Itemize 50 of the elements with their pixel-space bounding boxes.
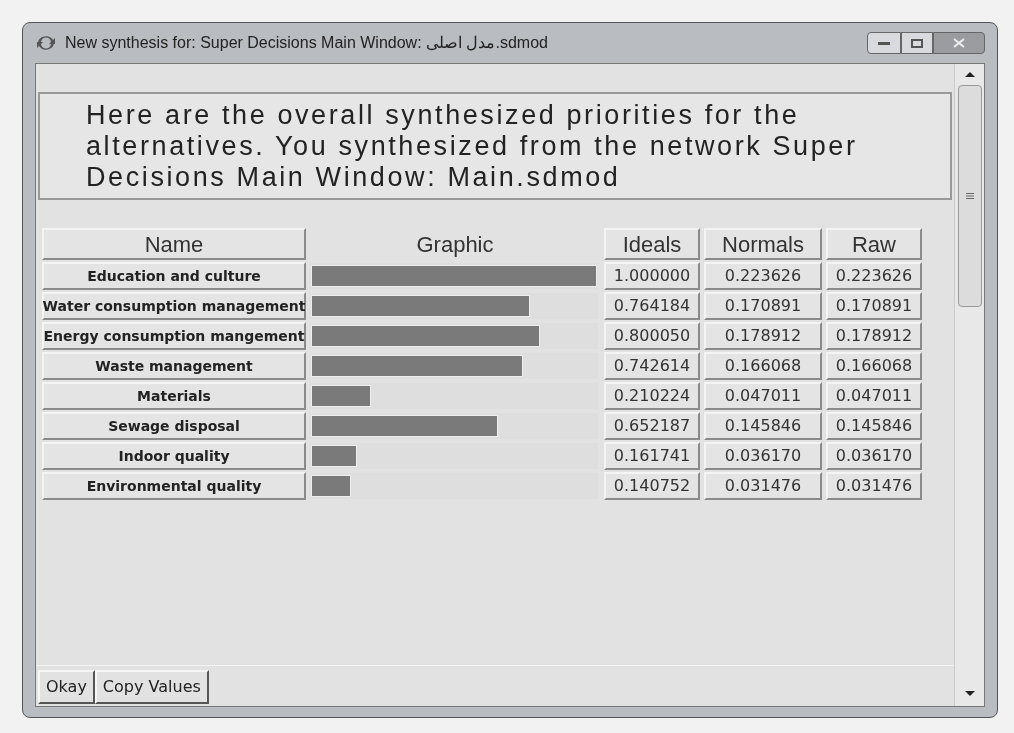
value-cell: 0.223626	[826, 262, 922, 290]
name-cell: Indoor quality	[42, 442, 306, 470]
value-cell: 0.652187	[604, 412, 700, 440]
name-cell: Education and culture	[42, 262, 306, 290]
okay-button[interactable]: Okay	[38, 670, 95, 704]
value-cell: 0.170891	[826, 292, 922, 320]
value-cell: 0.036170	[704, 442, 822, 470]
minimize-button[interactable]	[867, 32, 901, 54]
name-cell: Environmental quality	[42, 472, 306, 500]
value-cell: 0.223626	[704, 262, 822, 290]
scrollbar-thumb[interactable]	[957, 85, 982, 307]
maximize-button[interactable]	[901, 32, 933, 54]
value-cell: 0.210224	[604, 382, 700, 410]
name-cell: Sewage disposal	[42, 412, 306, 440]
column-header: Graphic	[415, 230, 495, 259]
value-cell: 0.047011	[826, 382, 922, 410]
value-cell: 0.031476	[826, 472, 922, 500]
value-cell: 0.800050	[604, 322, 700, 350]
value-cell: 0.178912	[826, 322, 922, 350]
close-icon	[953, 38, 965, 48]
value-cell: 0.764184	[604, 292, 700, 320]
value-cell: 0.031476	[704, 472, 822, 500]
column-header: Name	[42, 228, 306, 260]
column-header: Ideals	[604, 228, 700, 260]
grip-icon	[965, 193, 974, 199]
value-cell: 0.145846	[826, 412, 922, 440]
value-cell: 0.161741	[604, 442, 700, 470]
name-cell: Materials	[42, 382, 306, 410]
column-header: Normals	[704, 228, 822, 260]
value-cell: 0.166068	[704, 352, 822, 380]
close-button[interactable]	[933, 32, 985, 54]
window-title: New synthesis for: Super Decisions Main Window: مدل اصلی.sdmod	[65, 33, 548, 53]
refresh-icon	[35, 34, 57, 52]
name-cell: Waste management	[42, 352, 306, 380]
scroll-down-icon[interactable]	[964, 691, 975, 696]
name-cell: Water consumption management	[42, 292, 306, 320]
scroll-up-icon[interactable]	[964, 72, 975, 77]
copy-values-button[interactable]: Copy Values	[94, 670, 209, 704]
description-text: Here are the overall synthesized priorities for the alternatives. You synthesized from the network Super Decisions Main Window: Main.sdmod	[86, 100, 859, 193]
value-cell: 0.166068	[826, 352, 922, 380]
value-cell: 0.742614	[604, 352, 700, 380]
column-header: Raw	[826, 228, 922, 260]
value-cell: 0.145846	[704, 412, 822, 440]
value-cell: 0.036170	[826, 442, 922, 470]
value-cell: 0.047011	[704, 382, 822, 410]
value-cell: 0.170891	[704, 292, 822, 320]
value-cell: 0.140752	[604, 472, 700, 500]
value-cell: 1.000000	[604, 262, 700, 290]
value-cell: 0.178912	[704, 322, 822, 350]
name-cell: Energy consumption mangement	[42, 322, 306, 350]
